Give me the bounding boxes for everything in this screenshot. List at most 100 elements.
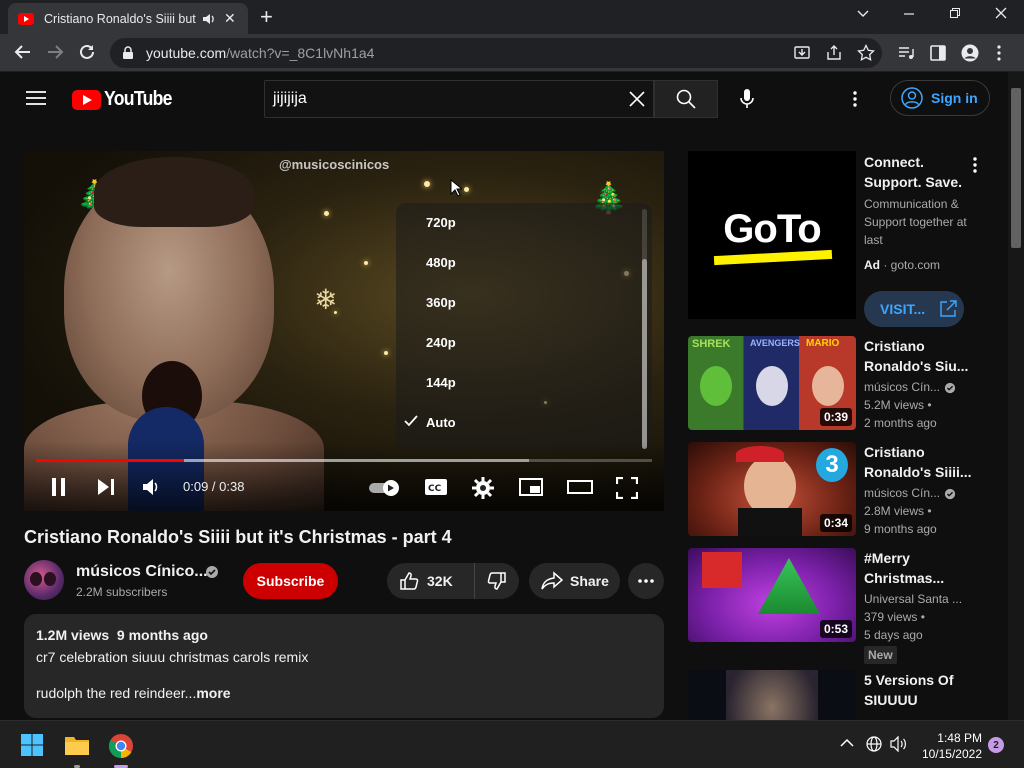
recommendation-item[interactable]: SHREK AVENGERS MARIO 0:39 Cristiano Rona…: [688, 336, 988, 432]
subscribe-button[interactable]: Subscribe: [243, 563, 338, 599]
page-scrollbar[interactable]: [1008, 72, 1024, 720]
install-app-icon[interactable]: [793, 44, 811, 62]
system-clock[interactable]: 1:48 PM 10/15/2022: [918, 730, 982, 762]
account-circle-icon: [901, 87, 923, 109]
profile-icon[interactable]: [961, 44, 979, 62]
volume-icon[interactable]: [890, 736, 908, 752]
side-panel-icon[interactable]: [929, 44, 947, 62]
chrome-icon[interactable]: [108, 733, 134, 759]
miniplayer-icon[interactable]: [518, 477, 544, 497]
notification-badge[interactable]: 2: [988, 737, 1004, 753]
address-bar[interactable]: youtube.com/watch?v=_8C1lvNh1a4: [110, 38, 882, 68]
tab-close-icon[interactable]: ✕: [224, 10, 236, 27]
thumbnail-art: [744, 456, 796, 516]
scrollbar-thumb[interactable]: [1011, 88, 1021, 248]
new-tab-icon[interactable]: +: [260, 6, 273, 28]
thumbnail-art: [812, 366, 844, 406]
theater-mode-icon[interactable]: [566, 477, 594, 497]
chrome-menu-icon[interactable]: [996, 44, 1002, 62]
hamburger-menu-icon[interactable]: [26, 90, 46, 106]
browser-tab[interactable]: Cristiano Ronaldo's Siiii but it's Chris…: [8, 3, 248, 34]
youtube-logo[interactable]: YouTube: [72, 88, 181, 111]
tab-search-chevron-icon[interactable]: [856, 6, 870, 20]
forward-arrow-icon[interactable]: [46, 43, 64, 61]
file-explorer-icon[interactable]: [64, 733, 90, 757]
minimize-icon[interactable]: [902, 6, 916, 20]
subscriber-count: 2.2M subscribers: [76, 585, 168, 599]
channel-line: músicos Cín...: [864, 486, 974, 500]
ad-options-kebab-icon[interactable]: [972, 156, 978, 174]
clock-date: 10/15/2022: [921, 747, 982, 761]
settings-kebab-icon[interactable]: [852, 90, 858, 108]
autoplay-toggle-icon[interactable]: [368, 479, 402, 497]
quality-option-240p[interactable]: 240p: [426, 335, 456, 350]
voice-search-mic-icon[interactable]: [730, 82, 764, 116]
clear-search-icon[interactable]: [629, 91, 645, 107]
video-thumbnail[interactable]: SHREK AVENGERS MARIO 0:39: [688, 336, 856, 430]
restore-icon[interactable]: [948, 6, 962, 20]
share-page-icon[interactable]: [825, 44, 843, 62]
quality-option-480p[interactable]: 480p: [426, 255, 456, 270]
video-title[interactable]: Cristiano Ronaldo's Siiii...: [864, 442, 974, 482]
windows-start-icon[interactable]: [20, 733, 44, 757]
back-arrow-icon[interactable]: [14, 43, 32, 61]
progress-bar[interactable]: [36, 459, 652, 462]
description-box[interactable]: 1.2M views 9 months ago cr7 celebration …: [24, 614, 664, 718]
channel-avatar[interactable]: [24, 560, 64, 600]
share-arrow-icon: [541, 571, 563, 590]
share-label: Share: [570, 573, 609, 589]
quality-option-auto[interactable]: Auto: [426, 415, 456, 430]
search-button[interactable]: [654, 80, 718, 118]
quality-option-360p[interactable]: 360p: [426, 295, 456, 310]
search-icon: [676, 89, 696, 109]
video-title[interactable]: #Merry Christmas...: [864, 548, 974, 588]
share-button[interactable]: Share: [529, 563, 620, 599]
more-actions-button[interactable]: [628, 563, 664, 599]
show-more-link[interactable]: more: [196, 685, 230, 701]
controls-gradient: [24, 441, 664, 511]
settings-gear-icon[interactable]: [472, 477, 494, 499]
channel-name[interactable]: músicos Cínico...: [76, 563, 208, 581]
goto-logo-underline: [713, 249, 833, 266]
recommendation-item[interactable]: 0:53 #Merry Christmas... Universal Santa…: [688, 548, 988, 664]
quality-menu-scrollbar[interactable]: [642, 209, 647, 449]
reload-icon[interactable]: [78, 43, 96, 61]
lock-icon[interactable]: [122, 46, 134, 60]
like-button[interactable]: 32K: [387, 563, 475, 599]
thumbnail-art: [756, 366, 788, 406]
view-count: 379 views •: [864, 610, 925, 624]
quality-option-144p[interactable]: 144p: [426, 375, 456, 390]
person-hair: [94, 157, 254, 227]
next-video-icon[interactable]: [96, 477, 116, 497]
ad-thumbnail[interactable]: GoTo: [688, 151, 856, 319]
pause-icon[interactable]: [50, 477, 68, 497]
volume-icon[interactable]: [142, 477, 160, 497]
thumbnail-art: [758, 558, 820, 614]
show-hidden-icons-chevron-icon[interactable]: [840, 738, 854, 748]
bookmark-star-icon[interactable]: [857, 44, 875, 62]
ad-title[interactable]: Connect. Support. Save.: [864, 152, 974, 192]
avatar-figure: [30, 572, 42, 586]
video-thumbnail[interactable]: [688, 670, 856, 720]
quality-option-720p[interactable]: 720p: [426, 215, 456, 230]
video-title[interactable]: Cristiano Ronaldo's Siu...: [864, 336, 974, 376]
speaker-icon[interactable]: [202, 13, 216, 25]
video-player[interactable]: ❄ 🎄 🎄 @musicoscinicos 720p 480p 360p 240…: [24, 151, 664, 511]
sign-in-button[interactable]: Sign in: [890, 80, 990, 116]
network-globe-icon[interactable]: [866, 736, 882, 752]
media-controls-icon[interactable]: [897, 44, 915, 62]
dislike-button[interactable]: [475, 571, 519, 591]
thumbnail-art: [736, 446, 784, 462]
visit-ad-button[interactable]: VISIT...: [864, 291, 964, 327]
video-thumbnail[interactable]: 3 0:34: [688, 442, 856, 536]
recommendation-item[interactable]: 5 Versions Of SIUUUU: [688, 670, 988, 720]
captions-icon[interactable]: CC: [424, 477, 448, 497]
window-close-icon[interactable]: [994, 6, 1008, 20]
video-thumbnail[interactable]: 0:53: [688, 548, 856, 642]
search-input[interactable]: jijijija: [264, 80, 654, 118]
quality-menu: 720p 480p 360p 240p 144p Auto: [396, 203, 652, 449]
upload-age: 2 months ago: [864, 416, 937, 430]
recommendation-item[interactable]: 3 0:34 Cristiano Ronaldo's Siiii... músi…: [688, 442, 988, 538]
video-title[interactable]: 5 Versions Of SIUUUU: [864, 670, 974, 710]
fullscreen-icon[interactable]: [616, 477, 638, 499]
